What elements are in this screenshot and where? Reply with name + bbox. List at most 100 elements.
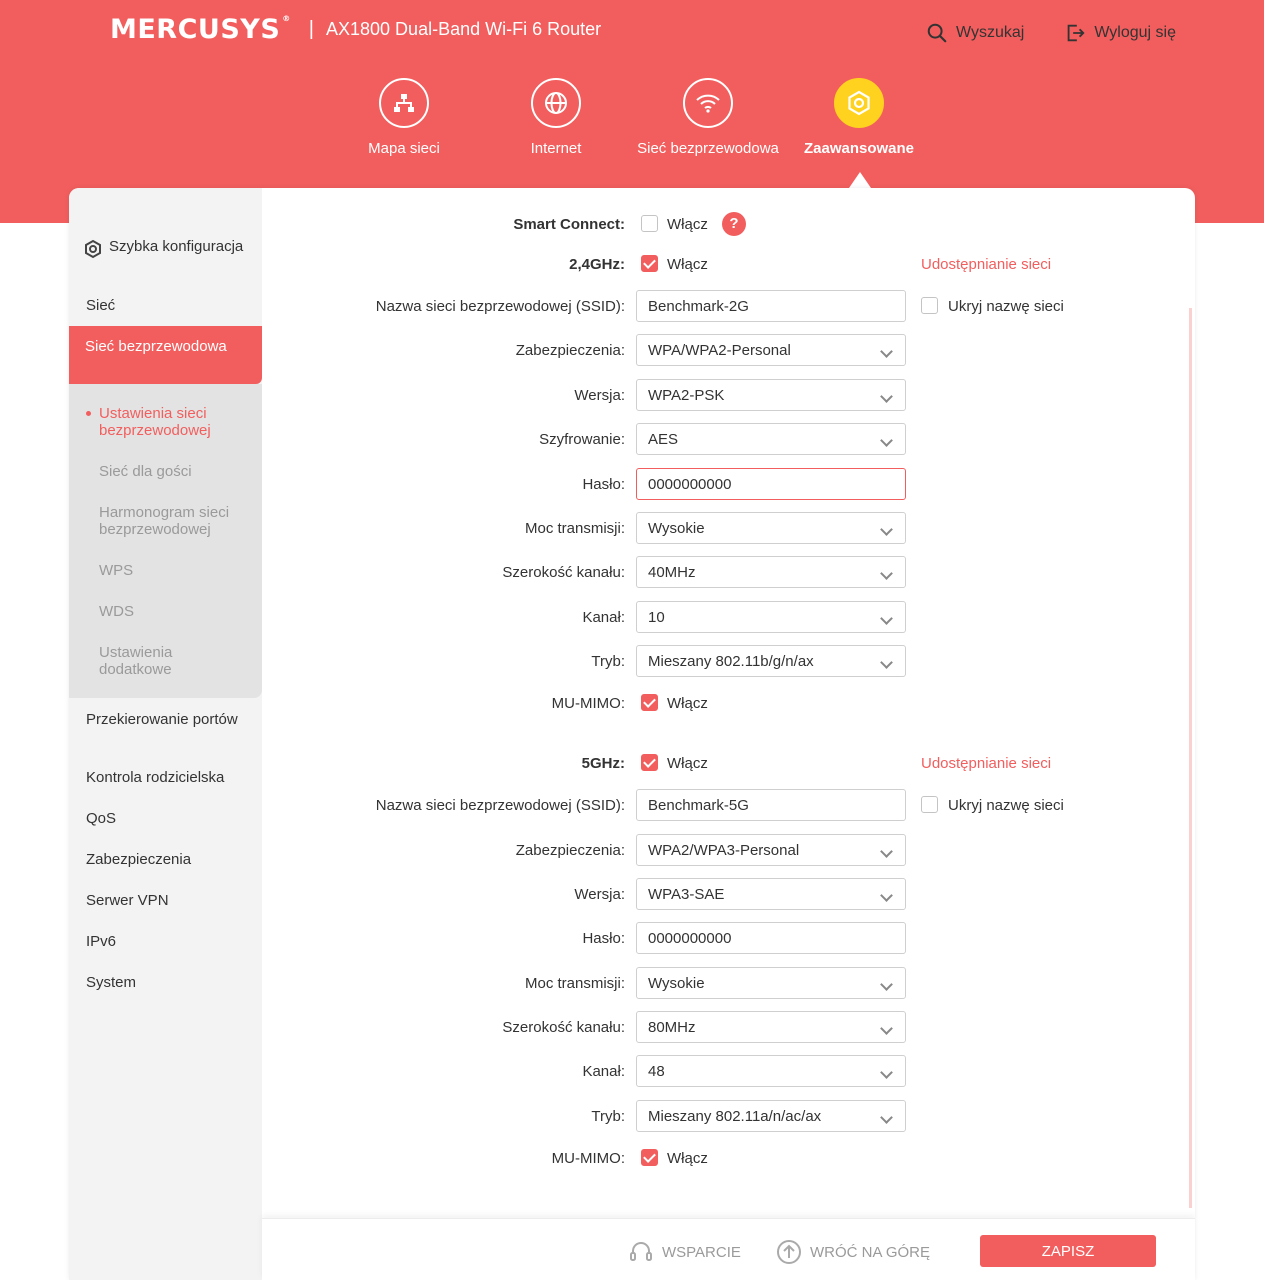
smart-connect-enable-label: Włącz [667, 216, 708, 233]
sidebar-submenu: Ustawienia sieci bezprzewodowej Sieć dla… [69, 384, 262, 698]
band5-power-label: Moc transmisji: [524, 975, 625, 992]
arrow-up-circle-icon [777, 1240, 801, 1264]
product-name: AX1800 Dual-Band Wi-Fi 6 Router [326, 19, 602, 39]
chevron-down-icon [869, 835, 905, 865]
band5-mumimo-enable-label: Włącz [667, 1150, 708, 1167]
band24-mumimo-checkbox[interactable] [641, 694, 658, 711]
band24-enable-checkbox[interactable] [641, 255, 658, 272]
band24-password-row: Hasło: 0000000000 [262, 468, 1195, 500]
band5-mumimo-checkbox[interactable] [641, 1149, 658, 1166]
search-icon [927, 23, 947, 43]
band24-mode-select[interactable]: Mieszany 802.11b/g/n/ax [636, 645, 906, 677]
search-button[interactable]: Wyszukaj [926, 22, 1024, 44]
sidebar-item-system[interactable]: System [86, 974, 256, 991]
band5-ssid-input[interactable]: Benchmark-5G [636, 789, 906, 821]
sidebar-sub-wireless-settings[interactable]: Ustawienia sieci bezprzewodowej [86, 405, 249, 439]
band5-password-input[interactable]: 0000000000 [636, 922, 906, 954]
band24-hide-ssid-label: Ukryj nazwę sieci [948, 298, 1064, 315]
sidebar-item-ipv6[interactable]: IPv6 [86, 933, 256, 950]
smart-connect-label: Smart Connect: [513, 216, 625, 233]
nav-network-map[interactable]: Mapa sieci [328, 78, 480, 157]
logout-button[interactable]: Wyloguj się [1064, 22, 1176, 44]
band24-password-input[interactable]: 0000000000 [636, 468, 906, 500]
logout-label: Wyloguj się [1094, 24, 1176, 41]
sidebar-sub-additional-settings[interactable]: Ustawienia dodatkowe [99, 644, 249, 678]
select-value: WPA2-PSK [648, 387, 725, 404]
chevron-down-icon [869, 1101, 905, 1131]
nav-label: Zaawansowane [803, 140, 915, 157]
band24-version-select[interactable]: WPA2-PSK [636, 379, 906, 411]
main-card: Szybka konfiguracja Sieć Sieć bezprzewod… [69, 188, 1195, 1280]
logout-icon [1067, 24, 1085, 42]
sidebar-item-port-forwarding[interactable]: Przekierowanie portów [86, 711, 256, 728]
sidebar-item-security[interactable]: Zabezpieczenia [86, 851, 256, 868]
band24-encryption-select[interactable]: AES [636, 423, 906, 455]
sidebar-item-network[interactable]: Sieć [86, 297, 256, 314]
band24-width-row: Szerokość kanału: 40MHz [262, 556, 1195, 588]
network-map-icon [394, 94, 414, 112]
support-link[interactable]: WSPARCIE [628, 1239, 741, 1265]
select-value: Wysokie [648, 975, 705, 992]
scrollbar[interactable] [1189, 308, 1192, 1208]
band5-version-select[interactable]: WPA3-SAE [636, 878, 906, 910]
sidebar-sub-wireless-schedule[interactable]: Harmonogram sieci bezprzewodowej [99, 504, 249, 538]
select-value: 80MHz [648, 1019, 696, 1036]
chevron-down-icon [869, 602, 905, 632]
sidebar-sub-wds[interactable]: WDS [99, 603, 249, 620]
band24-mode-label: Tryb: [591, 653, 625, 670]
band5-security-select[interactable]: WPA2/WPA3-Personal [636, 834, 906, 866]
band24-channel-row: Kanał: 10 [262, 601, 1195, 633]
band5-hide-ssid-checkbox[interactable] [921, 796, 938, 813]
band24-security-select[interactable]: WPA/WPA2-Personal [636, 334, 906, 366]
sidebar-item-qos[interactable]: QoS [86, 810, 256, 827]
band5-mode-select[interactable]: Mieszany 802.11a/n/ac/ax [636, 1100, 906, 1132]
sidebar-sub-guest-network[interactable]: Sieć dla gości [99, 463, 249, 480]
sidebar-item-wireless[interactable]: Sieć bezprzewodowa [69, 326, 262, 384]
back-to-top-link[interactable]: WRÓĆ NA GÓRĘ [776, 1239, 930, 1265]
save-button[interactable]: ZAPISZ [980, 1235, 1156, 1267]
back-to-top-label: WRÓĆ NA GÓRĘ [810, 1243, 931, 1261]
support-label: WSPARCIE [662, 1243, 741, 1261]
select-value: Mieszany 802.11a/n/ac/ax [648, 1108, 822, 1125]
band5-width-label: Szerokość kanału: [502, 1019, 625, 1036]
band24-power-select[interactable]: Wysokie [636, 512, 906, 544]
nav-label: Internet [530, 140, 582, 157]
sidebar-sub-wps[interactable]: WPS [99, 562, 249, 579]
top-actions: Wyszukaj Wyloguj się [926, 22, 1176, 44]
chevron-down-icon [869, 513, 905, 543]
chevron-down-icon [869, 1012, 905, 1042]
sidebar-item-quick-setup[interactable]: Szybka konfiguracja [83, 238, 253, 259]
band24-hide-ssid-checkbox[interactable] [921, 297, 938, 314]
sidebar-item-vpn-server[interactable]: Serwer VPN [86, 892, 256, 909]
globe-icon [545, 92, 567, 114]
band24-label: 2,4GHz: [569, 256, 625, 273]
nav-wireless[interactable]: Sieć bezprzewodowa [632, 78, 784, 157]
band5-ssid-label: Nazwa sieci bezprzewodowej (SSID): [375, 797, 625, 814]
nav-internet[interactable]: Internet [480, 78, 632, 157]
select-value: WPA2/WPA3-Personal [648, 842, 800, 859]
band24-channel-select[interactable]: 10 [636, 601, 906, 633]
band5-power-select[interactable]: Wysokie [636, 967, 906, 999]
band24-share-link[interactable]: Udostępnianie sieci [921, 256, 1051, 273]
logo[interactable]: MERCUSYS ® [110, 14, 291, 45]
band24-channel-label: Kanał: [582, 609, 625, 626]
band24-ssid-input[interactable]: Benchmark-2G [636, 290, 906, 322]
band24-width-select[interactable]: 40MHz [636, 556, 906, 588]
band5-share-link[interactable]: Udostępnianie sieci [921, 755, 1051, 772]
band5-width-select[interactable]: 80MHz [636, 1011, 906, 1043]
band24-mumimo-enable-label: Włącz [667, 695, 708, 712]
smart-connect-checkbox[interactable] [641, 215, 658, 232]
help-icon[interactable]: ? [722, 212, 746, 236]
band5-channel-select[interactable]: 48 [636, 1055, 906, 1087]
footer-bar: WSPARCIE WRÓĆ NA GÓRĘ ZAPISZ [262, 1218, 1195, 1280]
nav-advanced[interactable]: Zaawansowane [783, 78, 935, 157]
band24-version-row: Wersja: WPA2-PSK [262, 379, 1195, 411]
band24-power-row: Moc transmisji: Wysokie [262, 512, 1195, 544]
band5-mode-label: Tryb: [591, 1108, 625, 1125]
band5-ssid-row: Nazwa sieci bezprzewodowej (SSID): Bench… [262, 789, 1195, 821]
band24-mumimo-row: MU-MIMO: Włącz [262, 687, 1195, 719]
sidebar-item-label: Szybka konfiguracja [109, 238, 244, 255]
band5-security-label: Zabezpieczenia: [515, 842, 625, 859]
band5-enable-checkbox[interactable] [641, 754, 658, 771]
sidebar-item-parental-controls[interactable]: Kontrola rodzicielska [86, 769, 256, 786]
